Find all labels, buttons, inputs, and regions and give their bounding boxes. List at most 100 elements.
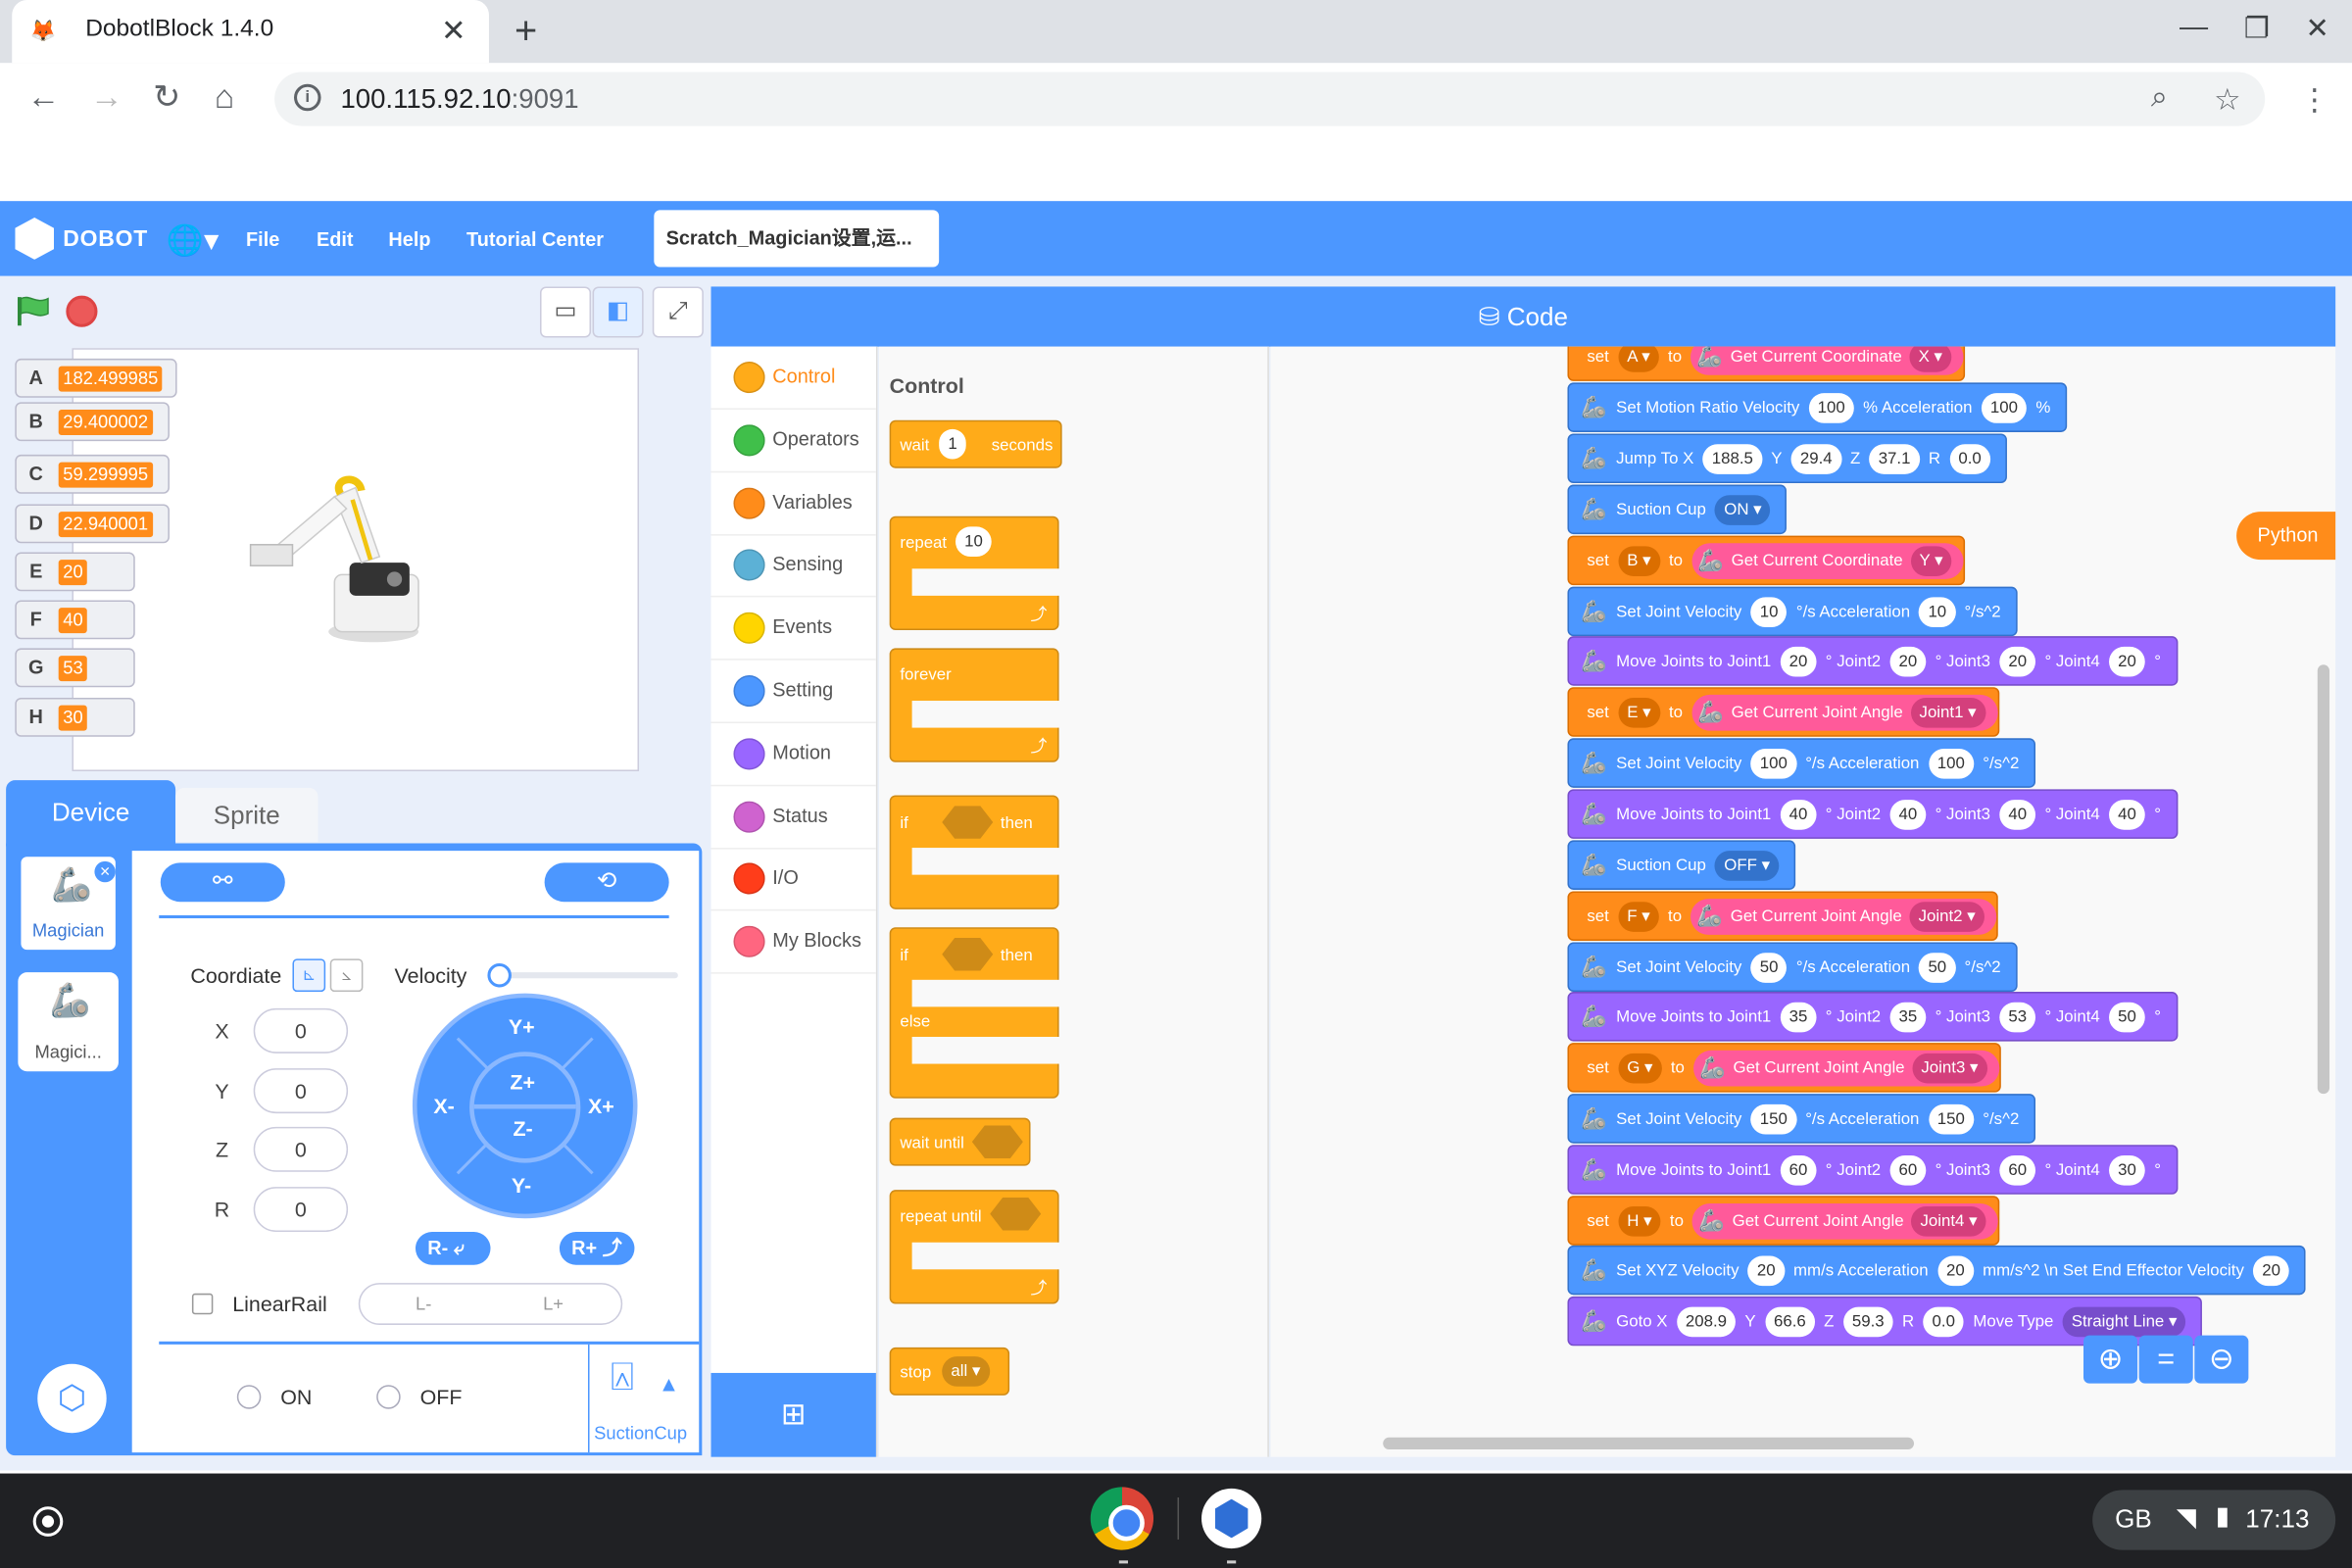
- velocity-input[interactable]: 50: [1750, 952, 1788, 983]
- x-input[interactable]: 188.5: [1702, 443, 1763, 474]
- home-icon[interactable]: ⌂: [215, 78, 234, 118]
- suction-off-radio[interactable]: [376, 1385, 401, 1409]
- forward-icon[interactable]: →: [90, 78, 123, 118]
- suction-on-radio[interactable]: [236, 1385, 262, 1409]
- joint2-input[interactable]: 40: [1889, 799, 1927, 829]
- block-suction[interactable]: 🦾 Suction Cup OFF ▾: [1567, 840, 1796, 890]
- joint2-input[interactable]: 20: [1889, 646, 1927, 676]
- getter-reporter[interactable]: 🦾 Get Current Joint Angle Joint3 ▾: [1693, 1050, 1999, 1086]
- category-i-o[interactable]: I/O: [710, 849, 876, 911]
- rail-minus-button[interactable]: L-: [416, 1294, 431, 1314]
- category-setting[interactable]: Setting: [710, 661, 876, 723]
- joint1-input[interactable]: 40: [1780, 799, 1817, 829]
- acceleration-input[interactable]: 150: [1928, 1103, 1975, 1134]
- acceleration-input[interactable]: 50: [1919, 952, 1956, 983]
- joint1-input[interactable]: 35: [1780, 1002, 1817, 1032]
- variable-dropdown[interactable]: H ▾: [1618, 1205, 1661, 1236]
- variable-dropdown[interactable]: E ▾: [1618, 697, 1660, 727]
- device-card-magician[interactable]: 🦾 ✕ Magician: [18, 854, 119, 954]
- variable-dropdown[interactable]: B ▾: [1618, 545, 1660, 576]
- minimize-icon[interactable]: —: [2180, 12, 2208, 45]
- tab-sprite[interactable]: Sprite: [175, 787, 318, 842]
- launcher-icon[interactable]: [32, 1506, 64, 1537]
- reload-icon[interactable]: ↻: [153, 78, 180, 118]
- joint4-input[interactable]: 20: [2108, 646, 2146, 676]
- velocity-slider-knob[interactable]: [487, 962, 512, 988]
- getter-reporter[interactable]: 🦾 Get Current Joint Angle Joint1 ▾: [1691, 694, 1998, 730]
- axis-input-z[interactable]: 0: [253, 1126, 349, 1172]
- category-events[interactable]: Events: [710, 598, 876, 661]
- menu-tutorial-center[interactable]: Tutorial Center: [466, 228, 604, 251]
- block-set[interactable]: set H ▾ to 🦾 Get Current Joint Angle Joint4 ▾: [1567, 1196, 2000, 1246]
- axis-input-r[interactable]: 0: [253, 1187, 349, 1233]
- r-plus-button[interactable]: R+ ⤴: [559, 1232, 635, 1265]
- block-if-then[interactable]: if then: [889, 795, 1061, 909]
- velocity-ratio-input[interactable]: 100: [1808, 392, 1854, 423]
- x-plus-button[interactable]: X+: [588, 1094, 614, 1117]
- stop-icon[interactable]: [66, 295, 98, 327]
- suction-state-dropdown[interactable]: OFF ▾: [1715, 850, 1780, 880]
- variable-dropdown[interactable]: F ▾: [1618, 901, 1659, 932]
- r-input[interactable]: 0.0: [1923, 1305, 1965, 1337]
- block-joint-vel[interactable]: 🦾 Set Joint Velocity 100 °/s Acceleration 10…: [1567, 738, 2036, 788]
- x-input[interactable]: 208.9: [1676, 1305, 1737, 1337]
- joint2-input[interactable]: 60: [1889, 1154, 1927, 1185]
- category-my-blocks[interactable]: My Blocks: [710, 911, 876, 974]
- zoom-icon[interactable]: ⌕: [2151, 81, 2168, 116]
- end-effector-velocity-input[interactable]: 20: [2253, 1254, 2290, 1286]
- rail-plus-button[interactable]: L+: [543, 1294, 564, 1314]
- joint3-input[interactable]: 60: [1999, 1154, 2036, 1185]
- tab-device[interactable]: Device: [6, 780, 176, 847]
- y-input[interactable]: 66.6: [1764, 1305, 1816, 1337]
- system-tray[interactable]: GB ◥ ▮ 17:13: [2092, 1490, 2336, 1550]
- velocity-input[interactable]: 150: [1750, 1103, 1797, 1134]
- add-extension-icon[interactable]: ⊞: [710, 1372, 876, 1457]
- z-input[interactable]: 59.3: [1842, 1305, 1893, 1337]
- velocity-slider[interactable]: [498, 972, 678, 979]
- parameter-dropdown[interactable]: Joint3 ▾: [1912, 1053, 1987, 1083]
- block-repeat-until[interactable]: repeat until ⤴: [889, 1190, 1061, 1304]
- move-type-dropdown[interactable]: Straight Line ▾: [2062, 1305, 2186, 1337]
- z-input[interactable]: 37.1: [1869, 443, 1920, 474]
- repeat-count-input[interactable]: 10: [955, 526, 993, 558]
- block-move-joints[interactable]: 🦾 Move Joints to Joint1 40 ° Joint2 40 ° Join…: [1567, 789, 2178, 839]
- joint4-input[interactable]: 30: [2108, 1154, 2146, 1185]
- x-minus-button[interactable]: X-: [433, 1094, 454, 1117]
- category-status[interactable]: Status: [710, 786, 876, 849]
- chrome-app-icon[interactable]: [1090, 1487, 1154, 1550]
- joint1-input[interactable]: 60: [1780, 1154, 1817, 1185]
- normal-stage-icon[interactable]: ◧: [592, 286, 644, 338]
- linear-rail-checkbox[interactable]: [191, 1293, 214, 1315]
- block-set[interactable]: set B ▾ to 🦾 Get Current Coordinate Y ▾: [1567, 535, 1966, 586]
- stop-option-dropdown[interactable]: all ▾: [942, 1356, 990, 1387]
- velocity-input[interactable]: 10: [1750, 596, 1788, 627]
- block-move-joints[interactable]: 🦾 Move Joints to Joint1 60 ° Joint2 60 ° Join…: [1567, 1145, 2178, 1195]
- zoom-reset-icon[interactable]: =: [2138, 1335, 2193, 1384]
- horizontal-scrollbar[interactable]: [1383, 1437, 1915, 1450]
- condition-slot[interactable]: [990, 1197, 1042, 1231]
- block-move-joints[interactable]: 🦾 Move Joints to Joint1 35 ° Joint2 35 ° Join…: [1567, 992, 2178, 1042]
- restore-icon[interactable]: ❐: [2244, 12, 2270, 46]
- green-flag-icon[interactable]: [15, 294, 51, 327]
- block-repeat[interactable]: repeat 10 ⤴: [889, 515, 1061, 631]
- velocity-input[interactable]: 20: [1747, 1254, 1785, 1286]
- joint4-input[interactable]: 50: [2108, 1002, 2146, 1032]
- window-close-icon[interactable]: ✕: [2306, 12, 2329, 46]
- joint4-input[interactable]: 40: [2108, 799, 2146, 829]
- block-motion-ratio[interactable]: 🦾 Set Motion Ratio Velocity 100 % Accelerat…: [1567, 382, 2068, 432]
- variable-dropdown[interactable]: G ▾: [1618, 1053, 1662, 1083]
- zoom-in-icon[interactable]: ⊕: [2083, 1335, 2138, 1384]
- block-joint-vel[interactable]: 🦾 Set Joint Velocity 150 °/s Acceleration 15…: [1567, 1094, 2036, 1144]
- add-device-icon[interactable]: ⬡: [37, 1363, 107, 1434]
- category-control[interactable]: Control: [710, 346, 876, 410]
- velocity-input[interactable]: 100: [1750, 748, 1797, 778]
- project-name-field[interactable]: Scratch_Magician设置,运...: [654, 210, 940, 268]
- menu-help[interactable]: Help: [388, 228, 430, 251]
- r-input[interactable]: 0.0: [1949, 443, 1990, 474]
- device-card-magician-2[interactable]: 🦾 Magici...: [18, 972, 119, 1072]
- site-info-icon[interactable]: i: [293, 83, 321, 112]
- block-wait-until[interactable]: wait until: [889, 1117, 1031, 1166]
- python-toggle-button[interactable]: Python: [2236, 512, 2336, 561]
- joint3-input[interactable]: 20: [1999, 646, 2036, 676]
- block-wait[interactable]: wait 1 seconds: [889, 419, 1062, 468]
